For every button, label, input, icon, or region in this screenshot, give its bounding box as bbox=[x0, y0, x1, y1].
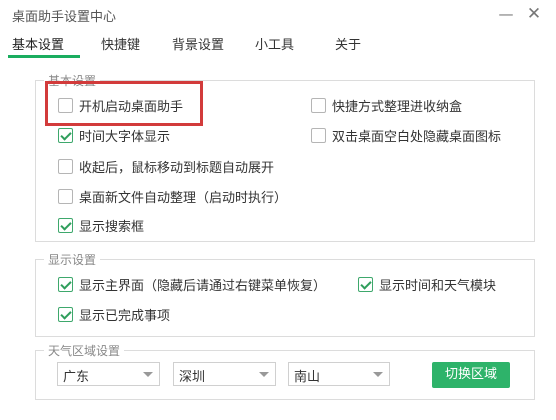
tab-background-settings[interactable]: 背景设置 bbox=[172, 34, 224, 53]
weather-region-legend: 天气区域设置 bbox=[44, 342, 125, 359]
window-title: 桌面助手设置中心 bbox=[12, 10, 117, 25]
option-show-time-weather[interactable]: 显示时间和天气模块 bbox=[358, 275, 497, 294]
option-auto-organize[interactable]: 桌面新文件自动整理（启动时执行） bbox=[58, 187, 288, 206]
checkbox-show-completed[interactable] bbox=[58, 306, 73, 322]
checkbox-auto-organize[interactable] bbox=[58, 188, 73, 204]
option-shortcut-to-box[interactable]: 快捷方式整理进收纳盒 bbox=[311, 96, 463, 115]
tab-shortcuts[interactable]: 快捷键 bbox=[101, 34, 140, 53]
title-bar: 桌面助手设置中心 — ✕ bbox=[0, 0, 556, 28]
province-select[interactable]: 广东 bbox=[57, 362, 160, 386]
checkbox-show-time-weather[interactable] bbox=[358, 276, 373, 292]
option-label: 桌面新文件自动整理（启动时执行） bbox=[79, 190, 288, 206]
display-settings-group: 显示设置 bbox=[35, 251, 535, 337]
option-label: 显示主界面（隐藏后请通过右键菜单恢复） bbox=[79, 278, 327, 294]
checkbox-shortcut-to-box[interactable] bbox=[311, 97, 326, 113]
checkbox-large-clock[interactable] bbox=[58, 127, 73, 143]
display-settings-legend: 显示设置 bbox=[44, 251, 101, 268]
option-hover-expand[interactable]: 收起后，鼠标移动到标题自动展开 bbox=[58, 157, 275, 176]
switch-region-button[interactable]: 切换区域 bbox=[432, 362, 510, 388]
city-select[interactable]: 深圳 bbox=[173, 362, 276, 386]
tab-bar: 基本设置 快捷键 背景设置 小工具 关于 bbox=[0, 30, 556, 60]
option-label: 双击桌面空白处隐藏桌面图标 bbox=[332, 129, 502, 145]
checkbox-show-search[interactable] bbox=[58, 217, 73, 233]
tab-basic-settings[interactable]: 基本设置 bbox=[12, 34, 64, 53]
option-large-clock[interactable]: 时间大字体显示 bbox=[58, 126, 171, 145]
option-label: 收起后，鼠标移动到标题自动展开 bbox=[79, 160, 275, 176]
city-value: 深圳 bbox=[179, 370, 206, 385]
chevron-down-icon bbox=[373, 372, 383, 377]
tab-widgets[interactable]: 小工具 bbox=[255, 34, 294, 53]
tab-about[interactable]: 关于 bbox=[335, 34, 361, 53]
option-doubleclick-hide-icons[interactable]: 双击桌面空白处隐藏桌面图标 bbox=[311, 126, 502, 145]
checkbox-doubleclick-hide-icons[interactable] bbox=[311, 127, 326, 143]
close-icon[interactable]: ✕ bbox=[524, 4, 544, 24]
checkbox-show-main-ui[interactable] bbox=[58, 276, 73, 292]
option-label: 显示搜索框 bbox=[79, 219, 145, 235]
active-tab-indicator bbox=[8, 55, 80, 58]
option-label: 显示已完成事项 bbox=[79, 308, 171, 324]
district-value: 南山 bbox=[294, 370, 321, 385]
option-show-main-ui[interactable]: 显示主界面（隐藏后请通过右键菜单恢复） bbox=[58, 275, 327, 294]
option-show-search[interactable]: 显示搜索框 bbox=[58, 216, 145, 235]
chevron-down-icon bbox=[259, 372, 269, 377]
option-show-completed[interactable]: 显示已完成事项 bbox=[58, 305, 171, 324]
option-label: 显示时间和天气模块 bbox=[379, 278, 497, 294]
highlight-box bbox=[45, 81, 203, 126]
chevron-down-icon bbox=[143, 372, 153, 377]
province-value: 广东 bbox=[63, 370, 90, 385]
option-label: 时间大字体显示 bbox=[79, 129, 171, 145]
option-label: 快捷方式整理进收纳盒 bbox=[332, 99, 463, 115]
minimize-icon[interactable]: — bbox=[496, 4, 516, 24]
district-select[interactable]: 南山 bbox=[288, 362, 390, 386]
checkbox-hover-expand[interactable] bbox=[58, 158, 73, 174]
